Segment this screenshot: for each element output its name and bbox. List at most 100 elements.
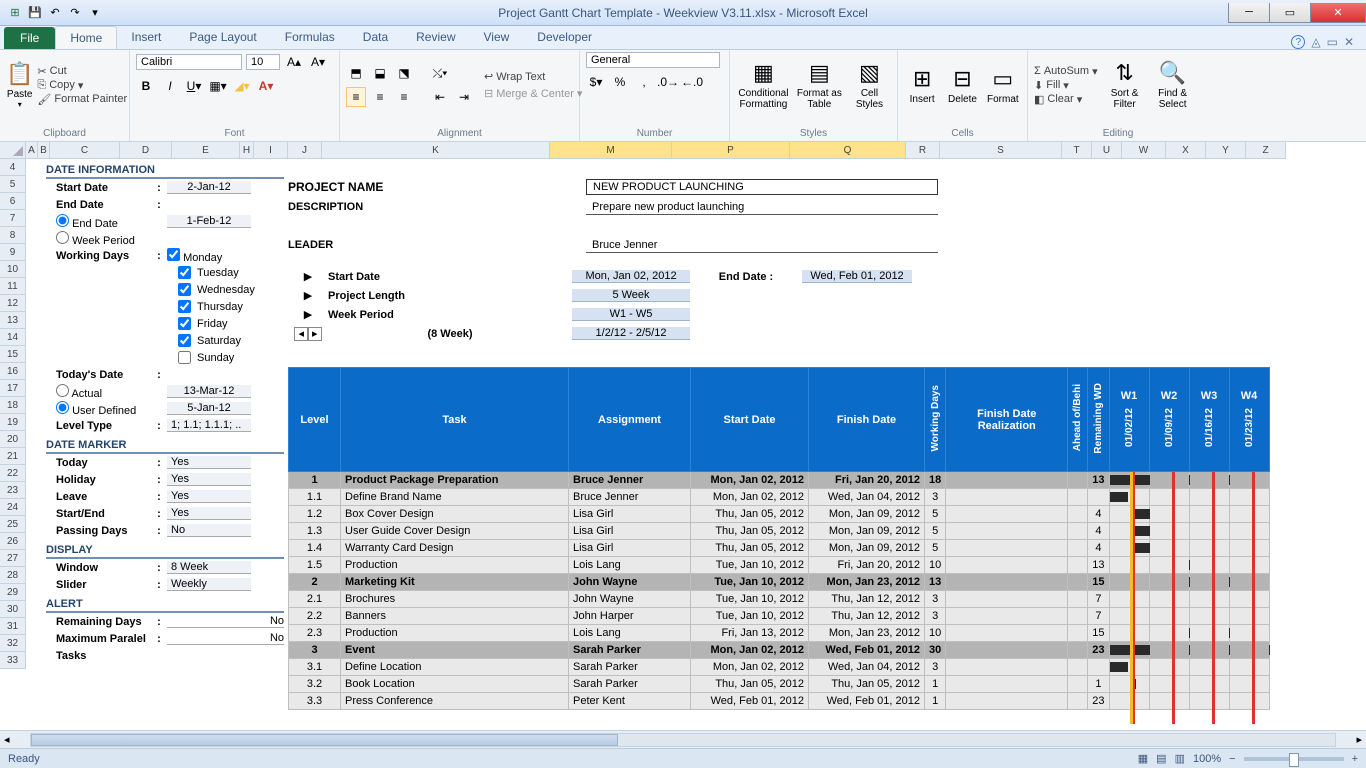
save-icon[interactable]: 💾	[26, 4, 44, 22]
tab-view[interactable]: View	[470, 26, 524, 49]
grow-font-icon[interactable]: A▴	[284, 52, 304, 72]
row-header[interactable]: 6	[0, 193, 26, 210]
zoom-level[interactable]: 100%	[1193, 753, 1221, 765]
task-row[interactable]: 2.2BannersJohn HarperTue, Jan 10, 2012Th…	[289, 608, 1270, 625]
actual-radio[interactable]	[56, 384, 69, 397]
row-header[interactable]: 15	[0, 346, 26, 363]
row-header[interactable]: 21	[0, 448, 26, 465]
decrease-indent-icon[interactable]: ⇤	[430, 87, 450, 107]
row-header[interactable]: 30	[0, 601, 26, 618]
tab-home[interactable]: Home	[55, 26, 117, 49]
col-header[interactable]: X	[1166, 142, 1206, 159]
task-row[interactable]: 3EventSarah ParkerMon, Jan 02, 2012Wed, …	[289, 642, 1270, 659]
col-header[interactable]: U	[1092, 142, 1122, 159]
row-header[interactable]: 24	[0, 499, 26, 516]
scroll-thumb[interactable]	[31, 734, 618, 746]
shrink-font-icon[interactable]: A▾	[308, 52, 328, 72]
doc-close-icon[interactable]: ✕	[1344, 35, 1354, 49]
row-header[interactable]: 26	[0, 533, 26, 550]
task-row[interactable]: 1.1Define Brand NameBruce JennerMon, Jan…	[289, 489, 1270, 506]
number-format-select[interactable]: General	[586, 52, 720, 68]
col-header[interactable]: J	[288, 142, 322, 159]
align-bottom-icon[interactable]: ⬔	[394, 63, 414, 83]
row-header[interactable]: 4	[0, 159, 26, 176]
task-row[interactable]: 2.3ProductionLois LangFri, Jan 13, 2012M…	[289, 625, 1270, 642]
align-top-icon[interactable]: ⬒	[346, 63, 366, 83]
excel-icon[interactable]: ⊞	[6, 4, 24, 22]
col-header[interactable]: K	[322, 142, 550, 159]
day-checkbox[interactable]	[178, 283, 191, 296]
tab-developer[interactable]: Developer	[523, 26, 606, 49]
underline-button[interactable]: U▾	[184, 76, 204, 96]
col-header[interactable]: I	[254, 142, 288, 159]
row-header[interactable]: 29	[0, 584, 26, 601]
font-size-select[interactable]: 10	[246, 54, 280, 70]
merge-center-button[interactable]: ⊟Merge & Center ▾	[484, 87, 582, 100]
row-header[interactable]: 25	[0, 516, 26, 533]
format-cells-button[interactable]: ▭Format	[985, 52, 1021, 118]
col-header[interactable]: A	[26, 142, 38, 159]
col-header[interactable]: Y	[1206, 142, 1246, 159]
col-header[interactable]: S	[940, 142, 1062, 159]
redo-icon[interactable]: ↷	[66, 4, 84, 22]
level-type-field[interactable]: 1; 1.1; 1.1.1; ..	[167, 419, 251, 432]
conditional-formatting-button[interactable]: ▦Conditional Formatting	[736, 52, 791, 118]
row-header[interactable]: 32	[0, 635, 26, 652]
border-button[interactable]: ▦▾	[208, 76, 228, 96]
find-select-button[interactable]: 🔍Find & Select	[1152, 52, 1194, 118]
monday-checkbox[interactable]	[167, 248, 180, 261]
row-header[interactable]: 19	[0, 414, 26, 431]
day-checkbox[interactable]	[178, 300, 191, 313]
format-painter-button[interactable]: 🖌Format Painter	[37, 93, 127, 106]
day-checkbox[interactable]	[178, 266, 191, 279]
zoom-slider[interactable]	[1244, 757, 1344, 761]
col-header[interactable]: R	[906, 142, 940, 159]
wrap-text-button[interactable]: ↩Wrap Text	[484, 70, 582, 83]
increase-decimal-icon[interactable]: .0→	[658, 72, 678, 92]
select-all-cell[interactable]	[0, 142, 26, 159]
task-row[interactable]: 3.1Define LocationSarah ParkerMon, Jan 0…	[289, 659, 1270, 676]
row-header[interactable]: 10	[0, 261, 26, 278]
worksheet[interactable]: DATE INFORMATION Start Date:2-Jan-12 End…	[26, 159, 1366, 730]
task-row[interactable]: 1.3User Guide Cover DesignLisa GirlThu, …	[289, 523, 1270, 540]
doc-restore-icon[interactable]: ▭	[1327, 35, 1338, 49]
increase-indent-icon[interactable]: ⇥	[454, 87, 474, 107]
maximize-button[interactable]: ▭	[1269, 3, 1311, 23]
align-left-icon[interactable]: ≡	[346, 87, 366, 107]
expand-icon[interactable]: ▶	[288, 289, 328, 302]
row-header[interactable]: 31	[0, 618, 26, 635]
sort-filter-button[interactable]: ⇅Sort & Filter	[1104, 52, 1146, 118]
tab-formulas[interactable]: Formulas	[271, 26, 349, 49]
row-header[interactable]: 22	[0, 465, 26, 482]
user-defined-radio[interactable]	[56, 401, 69, 414]
align-right-icon[interactable]: ≡	[394, 87, 414, 107]
day-checkbox[interactable]	[178, 334, 191, 347]
task-row[interactable]: 1.2Box Cover DesignLisa GirlThu, Jan 05,…	[289, 506, 1270, 523]
row-header[interactable]: 33	[0, 652, 26, 669]
project-leader-field[interactable]: Bruce Jenner	[586, 238, 938, 253]
user-defined-date[interactable]: 5-Jan-12	[167, 402, 251, 415]
week-period-radio[interactable]	[56, 231, 69, 244]
delete-cells-button[interactable]: ⊟Delete	[944, 52, 980, 118]
row-header[interactable]: 13	[0, 312, 26, 329]
cut-button[interactable]: ✂Cut	[37, 65, 127, 78]
task-row[interactable]: 2Marketing KitJohn WayneTue, Jan 10, 201…	[289, 574, 1270, 591]
row-header[interactable]: 5	[0, 176, 26, 193]
col-header[interactable]: M	[550, 142, 672, 159]
view-layout-icon[interactable]: ▤	[1156, 752, 1166, 765]
minimize-button[interactable]: ─	[1228, 3, 1270, 23]
view-normal-icon[interactable]: ▦	[1138, 752, 1148, 765]
decrease-decimal-icon[interactable]: ←.0	[682, 72, 702, 92]
align-center-icon[interactable]: ≡	[370, 87, 390, 107]
minimize-ribbon-icon[interactable]: ◬	[1311, 35, 1320, 49]
view-pagebreak-icon[interactable]: ▥	[1175, 752, 1185, 765]
col-header[interactable]: H	[240, 142, 254, 159]
col-header[interactable]: P	[672, 142, 790, 159]
project-name-field[interactable]: NEW PRODUCT LAUNCHING	[586, 179, 938, 195]
scroll-left-icon[interactable]: ◂	[294, 327, 308, 341]
paste-button[interactable]: 📋Paste▾	[6, 52, 33, 118]
help-icon[interactable]: ?	[1291, 35, 1305, 49]
bold-button[interactable]: B	[136, 76, 156, 96]
clear-button[interactable]: ◧Clear ▾	[1034, 93, 1098, 106]
row-header[interactable]: 14	[0, 329, 26, 346]
